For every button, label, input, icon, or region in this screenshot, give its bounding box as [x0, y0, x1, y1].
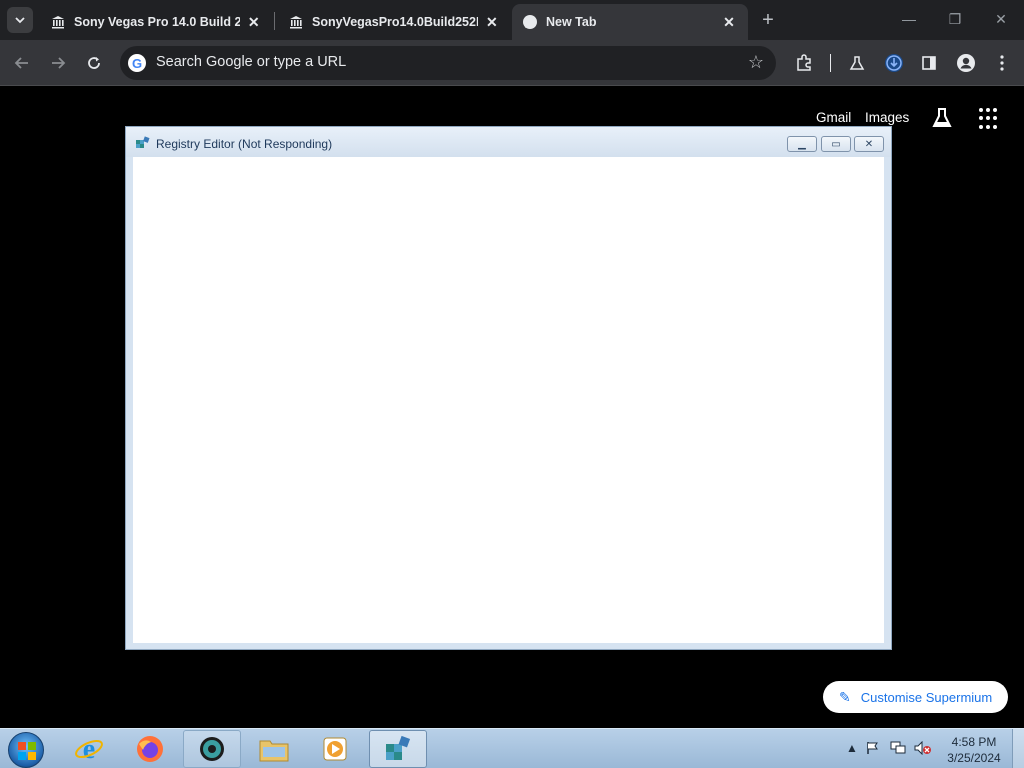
- extensions-icon[interactable]: [791, 50, 817, 76]
- taskbar-firefox[interactable]: [121, 730, 179, 768]
- back-icon[interactable]: [9, 50, 35, 76]
- new-tab-button[interactable]: +: [758, 10, 778, 30]
- labs-flask-icon[interactable]: [930, 106, 954, 130]
- volume-muted-icon[interactable]: [914, 740, 932, 758]
- tab-search-button[interactable]: [7, 7, 33, 33]
- pencil-icon: ✎: [839, 688, 851, 705]
- system-clock[interactable]: 4:58 PM 3/25/2024: [944, 734, 1004, 766]
- customise-label: Customise Supermium: [860, 689, 993, 705]
- taskbar-internet-explorer[interactable]: e: [60, 730, 118, 768]
- images-link[interactable]: Images: [865, 110, 909, 125]
- google-icon: G: [128, 54, 146, 72]
- download-icon[interactable]: [881, 50, 907, 76]
- side-panel-icon[interactable]: [916, 50, 942, 76]
- gmail-link[interactable]: Gmail: [816, 110, 851, 125]
- google-apps-icon[interactable]: [979, 108, 1001, 130]
- show-hidden-icons-icon[interactable]: ▲: [846, 741, 858, 755]
- restore-icon[interactable]: ❐: [945, 9, 965, 29]
- media-player-icon: [323, 737, 347, 761]
- folder-icon: [259, 740, 289, 762]
- bookmark-star-icon[interactable]: ☆: [748, 52, 764, 73]
- close-icon[interactable]: ✕: [720, 13, 738, 31]
- clock-time: 4:58 PM: [951, 735, 997, 749]
- browser-tabstrip: Sony Vegas Pro 14.0 Build 252 ✕ SonyVega…: [0, 0, 1024, 40]
- taskbar-file-explorer[interactable]: [245, 730, 303, 768]
- close-icon[interactable]: ✕: [484, 13, 500, 31]
- taskbar-registry-editor[interactable]: [369, 730, 427, 768]
- internet-explorer-icon: e: [75, 734, 103, 764]
- registry-editor-icon: [386, 735, 411, 760]
- firefox-icon: [137, 736, 163, 762]
- registry-editor-window[interactable]: Registry Editor (Not Responding) ▁ ▭ ✕: [125, 126, 892, 650]
- customise-button[interactable]: ✎ Customise Supermium: [823, 681, 1008, 713]
- windows-logo-icon: [18, 742, 36, 760]
- window-title: Registry Editor (Not Responding): [156, 137, 333, 151]
- chevron-down-icon: [15, 17, 25, 24]
- clock-date: 3/25/2024: [947, 751, 1001, 765]
- tab-new-tab[interactable]: New Tab ✕: [512, 4, 748, 40]
- show-desktop-button[interactable]: [1012, 729, 1024, 768]
- omnibox-placeholder: Search Google or type a URL: [156, 54, 347, 70]
- registry-editor-titlebar[interactable]: Registry Editor (Not Responding) ▁ ▭ ✕: [126, 127, 891, 157]
- screen: Sony Vegas Pro 14.0 Build 252 ✕ SonyVega…: [0, 0, 1024, 768]
- minimize-icon[interactable]: ▁: [787, 136, 817, 152]
- window-close-icon[interactable]: ✕: [991, 9, 1011, 29]
- supermium-icon: [200, 737, 224, 761]
- museum-icon: [50, 14, 66, 30]
- tab-sony-vegas[interactable]: Sony Vegas Pro 14.0 Build 252 ✕: [40, 4, 272, 40]
- taskbar: e ▲ 4:58 PM 3/25/2024: [0, 728, 1024, 768]
- omnibox[interactable]: G Search Google or type a URL ☆: [120, 46, 776, 80]
- close-icon[interactable]: ✕: [246, 13, 262, 31]
- supermium-icon: [522, 14, 538, 30]
- minimize-icon[interactable]: —: [899, 9, 919, 29]
- action-center-flag-icon[interactable]: [866, 741, 880, 758]
- tab-title: Sony Vegas Pro 14.0 Build 252: [74, 15, 240, 29]
- tab-separator: [274, 12, 275, 30]
- browser-toolbar: G Search Google or type a URL ☆: [0, 40, 1024, 86]
- more-menu-icon[interactable]: [989, 50, 1015, 76]
- tab-sony-vegas-patch[interactable]: SonyVegasPro14.0Build252Pat ✕: [278, 4, 510, 40]
- window-close-icon[interactable]: ✕: [854, 136, 884, 152]
- taskbar-supermium[interactable]: [183, 730, 241, 768]
- start-button[interactable]: [8, 732, 44, 768]
- reload-icon[interactable]: [81, 50, 107, 76]
- tab-title: New Tab: [546, 15, 597, 29]
- toolbar-separator: [830, 54, 831, 72]
- forward-icon[interactable]: [45, 50, 71, 76]
- profile-avatar-icon[interactable]: [953, 50, 979, 76]
- labs-flask-icon[interactable]: [844, 50, 870, 76]
- tab-title: SonyVegasPro14.0Build252Pat: [312, 15, 478, 29]
- svg-text:e: e: [83, 734, 95, 764]
- maximize-icon[interactable]: ▭: [821, 136, 851, 152]
- taskbar-media-player[interactable]: [306, 730, 364, 768]
- registry-editor-content: [133, 157, 884, 643]
- museum-icon: [288, 14, 304, 30]
- network-icon[interactable]: [890, 741, 906, 758]
- registry-editor-icon: [136, 136, 150, 148]
